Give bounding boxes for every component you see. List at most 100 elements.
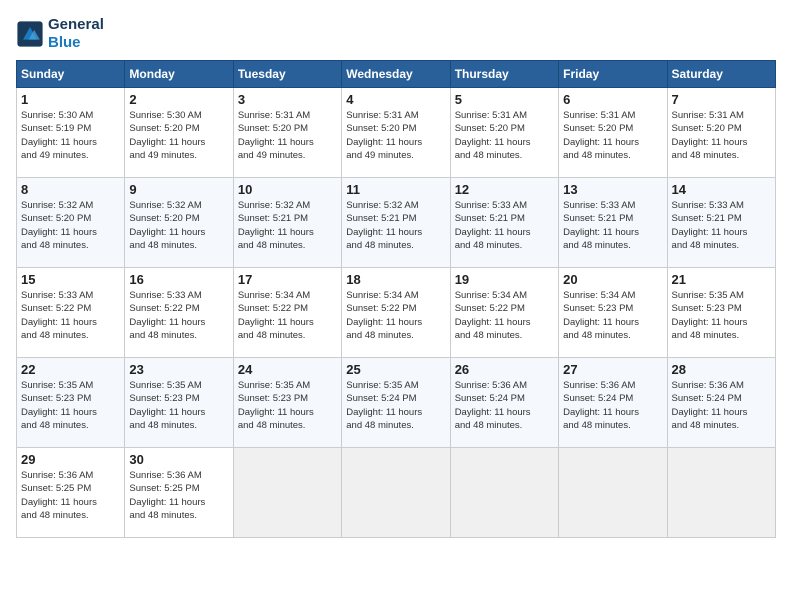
calendar-cell: 16 Sunrise: 5:33 AMSunset: 5:22 PMDayligh… — [125, 268, 233, 358]
cell-text: Sunrise: 5:33 AMSunset: 5:22 PMDaylight:… — [129, 289, 228, 342]
calendar-week-4: 29 Sunrise: 5:36 AMSunset: 5:25 PMDayligh… — [17, 448, 776, 538]
weekday-header-sunday: Sunday — [17, 61, 125, 88]
calendar-week-2: 15 Sunrise: 5:33 AMSunset: 5:22 PMDayligh… — [17, 268, 776, 358]
cell-text: Sunrise: 5:31 AMSunset: 5:20 PMDaylight:… — [672, 109, 771, 162]
cell-text: Sunrise: 5:35 AMSunset: 5:23 PMDaylight:… — [238, 379, 337, 432]
calendar-cell: 13Sunrise: 5:33 AMSunset: 5:21 PMDayligh… — [559, 178, 667, 268]
page-header: General Blue — [16, 16, 776, 52]
day-number: 14 — [672, 182, 771, 197]
day-number: 4 — [346, 92, 445, 107]
weekday-header-wednesday: Wednesday — [342, 61, 450, 88]
day-number: 19 — [455, 272, 554, 287]
day-number: 6 — [563, 92, 662, 107]
day-number: 30 — [129, 452, 228, 467]
day-number: 1 — [21, 92, 120, 107]
calendar-cell: 10Sunrise: 5:32 AMSunset: 5:21 PMDayligh… — [233, 178, 341, 268]
cell-text: Sunrise: 5:36 AMSunset: 5:24 PMDaylight:… — [563, 379, 662, 432]
calendar-cell: 27 Sunrise: 5:36 AMSunset: 5:24 PMDayligh… — [559, 358, 667, 448]
cell-text: Sunrise: 5:33 AMSunset: 5:22 PMDaylight:… — [21, 289, 120, 342]
calendar-cell — [342, 448, 450, 538]
calendar-cell: 20 Sunrise: 5:34 AMSunset: 5:23 PMDayligh… — [559, 268, 667, 358]
weekday-header-saturday: Saturday — [667, 61, 775, 88]
day-number: 12 — [455, 182, 554, 197]
day-number: 27 — [563, 362, 662, 377]
day-number: 11 — [346, 182, 445, 197]
calendar-cell: 29 Sunrise: 5:36 AMSunset: 5:25 PMDayligh… — [17, 448, 125, 538]
calendar-week-0: 1 Sunrise: 5:30 AMSunset: 5:19 PMDaylight… — [17, 88, 776, 178]
cell-text: Sunrise: 5:32 AMSunset: 5:21 PMDaylight:… — [346, 199, 445, 252]
cell-text: Sunrise: 5:35 AMSunset: 5:24 PMDaylight:… — [346, 379, 445, 432]
day-number: 20 — [563, 272, 662, 287]
logo: General Blue — [16, 16, 104, 52]
weekday-header-thursday: Thursday — [450, 61, 558, 88]
cell-text: Sunrise: 5:31 AMSunset: 5:20 PMDaylight:… — [238, 109, 337, 162]
day-number: 8 — [21, 182, 120, 197]
day-number: 18 — [346, 272, 445, 287]
calendar-cell: 21 Sunrise: 5:35 AMSunset: 5:23 PMDayligh… — [667, 268, 775, 358]
cell-text: Sunrise: 5:34 AMSunset: 5:22 PMDaylight:… — [346, 289, 445, 342]
day-number: 28 — [672, 362, 771, 377]
calendar-cell: 7 Sunrise: 5:31 AMSunset: 5:20 PMDaylight… — [667, 88, 775, 178]
cell-text: Sunrise: 5:31 AMSunset: 5:20 PMDaylight:… — [455, 109, 554, 162]
cell-text: Sunrise: 5:36 AMSunset: 5:25 PMDaylight:… — [21, 469, 120, 522]
calendar-cell: 26 Sunrise: 5:36 AMSunset: 5:24 PMDayligh… — [450, 358, 558, 448]
day-number: 23 — [129, 362, 228, 377]
cell-text: Sunrise: 5:33 AMSunset: 5:21 PMDaylight:… — [672, 199, 771, 252]
cell-text: Sunrise: 5:35 AMSunset: 5:23 PMDaylight:… — [672, 289, 771, 342]
weekday-header-friday: Friday — [559, 61, 667, 88]
calendar-cell: 14 Sunrise: 5:33 AMSunset: 5:21 PMDayligh… — [667, 178, 775, 268]
cell-text: Sunrise: 5:35 AMSunset: 5:23 PMDaylight:… — [21, 379, 120, 432]
day-number: 24 — [238, 362, 337, 377]
cell-text: Sunrise: 5:31 AMSunset: 5:20 PMDaylight:… — [563, 109, 662, 162]
day-number: 22 — [21, 362, 120, 377]
cell-text: Sunrise: 5:36 AMSunset: 5:24 PMDaylight:… — [672, 379, 771, 432]
calendar-cell: 18 Sunrise: 5:34 AMSunset: 5:22 PMDayligh… — [342, 268, 450, 358]
cell-text: Sunrise: 5:36 AMSunset: 5:25 PMDaylight:… — [129, 469, 228, 522]
cell-text: Sunrise: 5:36 AMSunset: 5:24 PMDaylight:… — [455, 379, 554, 432]
calendar-cell: 23 Sunrise: 5:35 AMSunset: 5:23 PMDayligh… — [125, 358, 233, 448]
calendar-cell — [667, 448, 775, 538]
calendar-cell: 2 Sunrise: 5:30 AMSunset: 5:20 PMDaylight… — [125, 88, 233, 178]
calendar-cell: 24 Sunrise: 5:35 AMSunset: 5:23 PMDayligh… — [233, 358, 341, 448]
cell-text: Sunrise: 5:31 AMSunset: 5:20 PMDaylight:… — [346, 109, 445, 162]
day-number: 3 — [238, 92, 337, 107]
calendar-cell — [450, 448, 558, 538]
logo-text: General Blue — [48, 16, 104, 52]
calendar-cell: 30 Sunrise: 5:36 AMSunset: 5:25 PMDayligh… — [125, 448, 233, 538]
cell-text: Sunrise: 5:30 AMSunset: 5:19 PMDaylight:… — [21, 109, 120, 162]
calendar-cell — [559, 448, 667, 538]
calendar-cell: 1 Sunrise: 5:30 AMSunset: 5:19 PMDaylight… — [17, 88, 125, 178]
calendar-cell — [233, 448, 341, 538]
calendar-cell: 5 Sunrise: 5:31 AMSunset: 5:20 PMDaylight… — [450, 88, 558, 178]
day-number: 16 — [129, 272, 228, 287]
calendar-cell: 17Sunrise: 5:34 AMSunset: 5:22 PMDayligh… — [233, 268, 341, 358]
day-number: 7 — [672, 92, 771, 107]
day-number: 21 — [672, 272, 771, 287]
day-number: 29 — [21, 452, 120, 467]
cell-text: Sunrise: 5:32 AMSunset: 5:20 PMDaylight:… — [21, 199, 120, 252]
weekday-header-monday: Monday — [125, 61, 233, 88]
calendar-cell: 19 Sunrise: 5:34 AMSunset: 5:22 PMDayligh… — [450, 268, 558, 358]
calendar-cell: 3 Sunrise: 5:31 AMSunset: 5:20 PMDaylight… — [233, 88, 341, 178]
calendar-cell: 15 Sunrise: 5:33 AMSunset: 5:22 PMDayligh… — [17, 268, 125, 358]
calendar-cell: 6 Sunrise: 5:31 AMSunset: 5:20 PMDaylight… — [559, 88, 667, 178]
day-number: 2 — [129, 92, 228, 107]
calendar-cell: 9Sunrise: 5:32 AMSunset: 5:20 PMDaylight… — [125, 178, 233, 268]
cell-text: Sunrise: 5:30 AMSunset: 5:20 PMDaylight:… — [129, 109, 228, 162]
day-number: 17 — [238, 272, 337, 287]
weekday-header-tuesday: Tuesday — [233, 61, 341, 88]
calendar-cell: 11 Sunrise: 5:32 AMSunset: 5:21 PMDayligh… — [342, 178, 450, 268]
calendar-week-1: 8 Sunrise: 5:32 AMSunset: 5:20 PMDaylight… — [17, 178, 776, 268]
cell-text: Sunrise: 5:32 AMSunset: 5:21 PMDaylight:… — [238, 199, 337, 252]
cell-text: Sunrise: 5:35 AMSunset: 5:23 PMDaylight:… — [129, 379, 228, 432]
day-number: 26 — [455, 362, 554, 377]
day-number: 15 — [21, 272, 120, 287]
calendar-table: SundayMondayTuesdayWednesdayThursdayFrid… — [16, 60, 776, 538]
calendar-cell: 12Sunrise: 5:33 AMSunset: 5:21 PMDayligh… — [450, 178, 558, 268]
day-number: 5 — [455, 92, 554, 107]
cell-text: Sunrise: 5:34 AMSunset: 5:23 PMDaylight:… — [563, 289, 662, 342]
day-number: 9 — [129, 182, 228, 197]
logo-icon — [16, 20, 44, 48]
day-number: 25 — [346, 362, 445, 377]
cell-text: Sunrise: 5:34 AMSunset: 5:22 PMDaylight:… — [455, 289, 554, 342]
